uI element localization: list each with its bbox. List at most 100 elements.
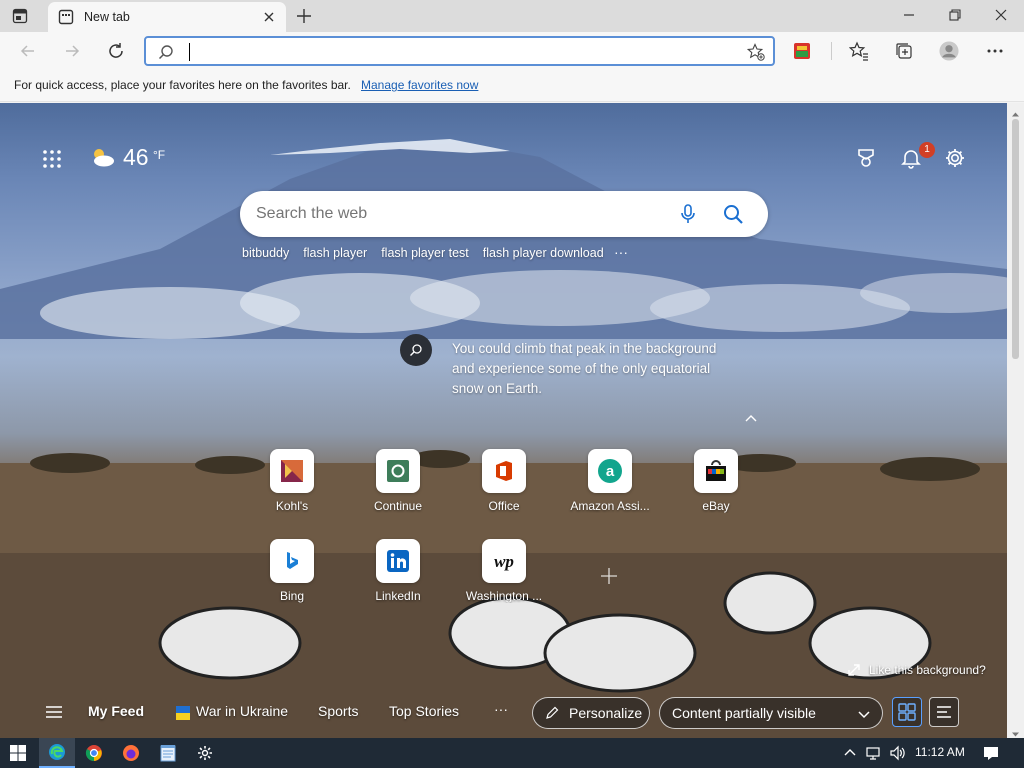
grid-layout-button[interactable] [892,697,922,727]
list-layout-button[interactable] [929,697,959,727]
suggestion-item[interactable]: flash player download [483,246,604,264]
start-button[interactable] [0,738,36,768]
weather-partly-cloudy-icon[interactable] [90,146,116,168]
rewards-icon[interactable] [855,147,877,169]
kohls-icon[interactable] [270,449,314,493]
apps-launcher-icon[interactable] [42,149,62,169]
washington-post-icon[interactable]: wp [482,539,526,583]
content-visibility-dropdown[interactable]: Content partially visible [659,697,883,729]
action-center-icon[interactable] [983,745,999,761]
taskbar-settings[interactable] [187,738,223,768]
amazon-assistant-icon[interactable]: a [588,449,632,493]
minimize-button[interactable] [886,0,932,30]
like-background-button[interactable]: Like this background? [847,662,986,678]
address-bar[interactable] [144,36,775,66]
network-icon[interactable] [865,745,881,761]
more-menu-icon[interactable] [985,41,1005,61]
feed-navigation-bar: My Feed War in Ukraine Sports Top Storie… [0,693,1007,733]
close-window-button[interactable] [978,0,1024,30]
address-input[interactable] [186,41,726,61]
quick-link-label: Amazon Assi... [570,499,650,513]
taskbar-firefox[interactable] [113,738,149,768]
quick-link-label: Office [488,499,520,513]
feed-tab-my-feed[interactable]: My Feed [88,703,144,719]
quick-link-label: Continue [373,499,423,513]
feed-tab-sports[interactable]: Sports [318,703,358,719]
page-scrollbar[interactable] [1007,103,1024,738]
chevron-up-icon[interactable] [744,410,758,422]
scroll-down-arrow-icon[interactable] [1011,726,1020,737]
profile-avatar[interactable] [939,41,959,61]
quick-link-label: Kohl's [275,499,309,513]
page-settings-gear-icon[interactable] [944,147,966,169]
pencil-icon [546,706,559,719]
temperature-value[interactable]: 46 [123,144,149,171]
ebay-icon[interactable] [694,449,738,493]
suggestion-item[interactable]: flash player test [381,246,469,264]
feed-tab-top-stories[interactable]: Top Stories [389,703,459,719]
personalize-button[interactable]: Personalize [532,697,650,729]
back-button[interactable] [18,41,38,61]
toolbar-divider [831,42,832,60]
suggestion-item[interactable]: bitbuddy [242,246,289,264]
quick-link-washington-post[interactable]: wp Washington ... [454,539,554,621]
suggestions-more-button[interactable]: ··· [614,244,628,260]
office-icon[interactable] [482,449,526,493]
text-caret [189,43,190,61]
suggestion-item[interactable]: flash player [303,246,367,264]
web-search-box[interactable] [240,191,768,237]
collections-icon[interactable] [894,41,914,61]
search-submit-icon[interactable] [722,203,744,225]
tab-new-tab[interactable]: New tab [48,2,286,32]
add-quick-link-icon[interactable] [600,567,618,585]
bing-icon[interactable] [270,539,314,583]
favorites-bar-hint: For quick access, place your favorites h… [14,78,351,92]
linkedin-icon[interactable] [376,539,420,583]
voice-search-microphone-icon[interactable] [678,203,698,225]
quick-link-label: Bing [279,589,305,603]
chevron-down-icon [858,711,870,719]
feed-tab-war-in-ukraine[interactable]: War in Ukraine [196,703,288,719]
favorites-icon[interactable] [849,41,869,61]
tab-title: New tab [84,10,130,24]
notepad-icon [160,745,176,762]
background-fact-text[interactable]: You could climb that peak in the backgro… [452,339,722,399]
image-info-search-icon[interactable] [400,334,432,366]
taskbar-clock[interactable]: 11:12 AM [915,745,965,759]
quick-link-bing[interactable]: Bing [242,539,342,621]
quick-link-linkedin[interactable]: LinkedIn [348,539,448,621]
hamburger-menu-icon[interactable] [46,705,62,719]
show-hidden-icons-chevron-icon[interactable] [842,745,858,761]
continue-icon[interactable] [376,449,420,493]
close-tab-icon[interactable] [262,10,276,24]
quick-link-amazon-assistant[interactable]: a Amazon Assi... [560,449,660,531]
scroll-up-arrow-icon[interactable] [1011,106,1020,117]
quick-link-label: LinkedIn [375,589,421,603]
web-search-input[interactable] [256,204,656,224]
tab-actions-icon[interactable] [12,8,28,24]
volume-icon[interactable] [889,745,905,761]
taskbar-edge[interactable] [39,738,75,768]
manage-favorites-link[interactable]: Manage favorites now [361,78,478,92]
firefox-icon [123,745,139,761]
new-tab-button[interactable] [294,6,314,26]
browser-toolbar [0,32,1024,70]
quick-link-kohls[interactable]: Kohl's [242,449,342,531]
extension-icon[interactable] [792,41,812,61]
scroll-thumb[interactable] [1012,119,1019,359]
taskbar-chrome[interactable] [76,738,112,768]
restore-button[interactable] [932,0,978,30]
refresh-button[interactable] [106,41,126,61]
quick-link-continue[interactable]: Continue [348,449,448,531]
svg-text:a: a [606,463,615,480]
quick-link-ebay[interactable]: eBay [666,449,766,531]
quick-link-office[interactable]: Office [454,449,554,531]
taskbar-notepad[interactable] [150,738,186,768]
feed-more-button[interactable]: ··· [494,701,508,717]
title-bar: New tab [0,0,1024,32]
forward-button[interactable] [62,41,82,61]
new-tab-page: 46 °F 1 bitbuddy flash player flash play… [0,103,1007,738]
quick-link-label: Washington ... [465,589,543,603]
search-icon [158,44,174,60]
add-favorite-icon[interactable] [746,43,765,61]
